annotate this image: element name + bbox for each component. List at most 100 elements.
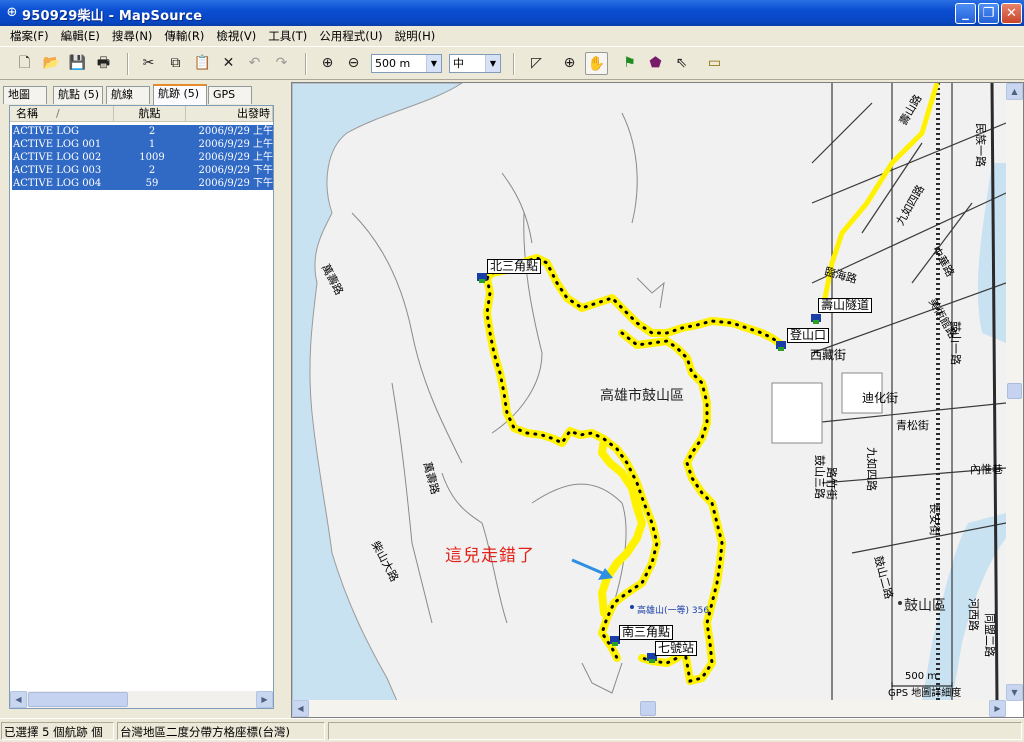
maximize-button[interactable]: ❐ xyxy=(978,3,999,24)
redo-icon[interactable]: ↷ xyxy=(270,52,293,75)
open-folder-icon[interactable]: 📂 xyxy=(40,52,63,75)
district-dot-icon xyxy=(898,601,902,605)
status-bar: 已選擇 5 個航跡 個 台灣地區二度分帶方格座標(台灣) xyxy=(0,718,1024,742)
waypoint-label[interactable]: 七號站 xyxy=(655,641,698,656)
waypoint-label[interactable]: 南三角點 xyxy=(619,625,674,640)
pointer-tool-icon[interactable]: ⇖ xyxy=(670,52,693,75)
waypoint-label[interactable]: 登山口 xyxy=(787,328,830,343)
map-vertical-scrollbar[interactable]: ▲ ▼ xyxy=(1006,83,1023,701)
track-list[interactable]: 名稱 / 航點 出發時 ACTIVE LOG 2 2006/9/29 上午 AC… xyxy=(9,105,274,709)
toolbar-separator xyxy=(305,53,307,75)
zoom-scale-value: 500 m xyxy=(375,57,411,70)
tab-gps[interactable]: GPS xyxy=(208,86,252,104)
close-button[interactable]: ✕ xyxy=(1001,3,1022,24)
minimize-button[interactable]: _ xyxy=(955,3,976,24)
toolbar: 🗋 📂 💾 🖶 ✂ ⧉ 📋 ✕ ↶ ↷ ⊕ ⊖ 500 m ▼ 中 ▼ ◸ ⊕ … xyxy=(0,46,1024,80)
chevron-down-icon[interactable]: ▼ xyxy=(485,55,500,72)
column-header-points[interactable]: 航點 xyxy=(114,106,186,122)
menu-view[interactable]: 檢視(V) xyxy=(210,27,262,45)
track-start: 2006/9/29 上午 xyxy=(198,139,273,150)
zoom-in-icon[interactable]: ⊕ xyxy=(316,52,339,75)
building-block xyxy=(771,382,823,444)
zoom-tool-icon[interactable]: ⊕ xyxy=(558,52,581,75)
menu-bar: 檔案(F) 編輯(E) 搜尋(N) 傳輸(R) 檢視(V) 工具(T) 公用程式… xyxy=(0,26,1024,46)
tab-waypoints[interactable]: 航點 (5) xyxy=(53,86,103,104)
scroll-up-icon[interactable]: ▲ xyxy=(1006,83,1023,100)
scroll-left-icon[interactable]: ◀ xyxy=(292,700,309,717)
menu-transfer[interactable]: 傳輸(R) xyxy=(158,27,210,45)
road-label: 西藏街 xyxy=(810,348,847,362)
title-bar[interactable]: ⊕ 950929柴山 - MapSource _ ❐ ✕ xyxy=(0,0,1024,26)
panel-tabs: 地圖 航點 (5) 航線 航跡 (5) GPS xyxy=(3,84,285,105)
scroll-right-icon[interactable]: ▶ xyxy=(989,700,1006,717)
table-row[interactable]: ACTIVE LOG 001 1 2006/9/29 上午 xyxy=(12,138,273,151)
scroll-left-icon[interactable]: ◀ xyxy=(10,691,27,708)
column-header-name[interactable]: 名稱 / xyxy=(10,106,114,122)
track-name: ACTIVE LOG 002 xyxy=(13,152,102,163)
table-row[interactable]: ACTIVE LOG 003 2 2006/9/29 下午 xyxy=(12,164,273,177)
waypoint-flag-icon[interactable]: ⚑ xyxy=(618,52,641,75)
menu-tools[interactable]: 工具(T) xyxy=(262,27,313,45)
area-label: 鼓山區 xyxy=(904,598,946,614)
scrollbar-thumb[interactable] xyxy=(28,692,128,707)
scrollbar-thumb[interactable] xyxy=(1007,383,1022,399)
zoom-scale-select[interactable]: 500 m ▼ xyxy=(371,54,442,73)
peak-label: 高雄山(一等) 356 xyxy=(637,606,710,616)
route-tool-icon[interactable]: ⬟ xyxy=(644,52,667,75)
road-label: 同盟二路 xyxy=(983,613,996,657)
menu-help[interactable]: 說明(H) xyxy=(389,27,442,45)
track-name: ACTIVE LOG 004 xyxy=(13,178,102,189)
tab-maps[interactable]: 地圖 xyxy=(3,86,47,104)
column-header-start[interactable]: 出發時 xyxy=(186,106,273,122)
app-globe-icon: ⊕ xyxy=(6,5,18,20)
road-label: 路竹街 xyxy=(825,467,838,500)
district-label: 高雄市鼓山區 xyxy=(600,388,684,404)
map-detail-select[interactable]: 中 ▼ xyxy=(449,54,501,73)
menu-utilities[interactable]: 公用程式(U) xyxy=(313,27,388,45)
map-view[interactable]: 北三角點 南三角點 七號站 登山口 壽山隧道 這兒走錯了 高雄市鼓山區 高雄山(… xyxy=(291,82,1024,718)
waypoint-label[interactable]: 壽山隧道 xyxy=(818,298,873,313)
scrollbar-thumb[interactable] xyxy=(640,701,656,716)
new-file-icon[interactable]: 🗋 xyxy=(13,52,36,75)
list-horizontal-scrollbar[interactable]: ◀ ▶ xyxy=(10,691,273,708)
table-row[interactable]: ACTIVE LOG 002 1009 2006/9/29 上午 xyxy=(12,151,273,164)
tab-routes[interactable]: 航線 xyxy=(106,86,150,104)
scale-label: 500 m xyxy=(905,671,938,682)
map-horizontal-scrollbar[interactable]: ◀ ▶ xyxy=(292,700,1006,717)
menu-search[interactable]: 搜尋(N) xyxy=(106,27,159,45)
measure-ruler-icon[interactable]: ▭ xyxy=(703,52,726,75)
table-row[interactable]: ACTIVE LOG 004 59 2006/9/29 下午 xyxy=(12,177,273,190)
print-icon[interactable]: 🖶 xyxy=(92,52,115,75)
menu-edit[interactable]: 編輯(E) xyxy=(55,27,106,45)
hand-pan-icon[interactable]: ✋ xyxy=(585,52,608,75)
paste-icon[interactable]: 📋 xyxy=(191,52,214,75)
table-row[interactable]: ACTIVE LOG 2 2006/9/29 上午 xyxy=(12,125,273,138)
scroll-right-icon[interactable]: ▶ xyxy=(256,691,273,708)
scroll-down-icon[interactable]: ▼ xyxy=(1006,684,1023,701)
chevron-down-icon[interactable]: ▼ xyxy=(426,55,441,72)
track-points: 1009 xyxy=(139,152,165,163)
track-name: ACTIVE LOG 001 xyxy=(13,139,102,150)
delete-icon[interactable]: ✕ xyxy=(217,52,240,75)
column-name-label: 名稱 xyxy=(16,107,38,120)
toolbar-separator xyxy=(127,53,129,75)
map-detail-value: 中 xyxy=(453,57,464,70)
mapsource-window: ⊕ 950929柴山 - MapSource _ ❐ ✕ 檔案(F) 編輯(E)… xyxy=(0,0,1024,742)
copy-icon[interactable]: ⧉ xyxy=(164,52,187,75)
undo-icon[interactable]: ↶ xyxy=(243,52,266,75)
track-points: 2 xyxy=(148,126,156,137)
sort-indicator: / xyxy=(56,107,60,120)
menu-file[interactable]: 檔案(F) xyxy=(4,27,55,45)
toolbar-separator xyxy=(513,53,515,75)
selection-status: 已選擇 5 個航跡 個 xyxy=(1,722,114,740)
tab-tracks[interactable]: 航跡 (5) xyxy=(153,84,207,105)
save-icon[interactable]: 💾 xyxy=(66,52,89,75)
track-start: 2006/9/29 上午 xyxy=(198,152,273,163)
cut-icon[interactable]: ✂ xyxy=(137,52,160,75)
waypoint-label[interactable]: 北三角點 xyxy=(487,259,542,274)
road-label: 河西路 xyxy=(967,598,980,631)
road-label: 長安街 xyxy=(928,503,941,536)
selection-tool-icon[interactable]: ◸ xyxy=(525,52,548,75)
coordinate-system-status: 台灣地區二度分帶方格座標(台灣) xyxy=(117,722,325,740)
zoom-out-icon[interactable]: ⊖ xyxy=(342,52,365,75)
